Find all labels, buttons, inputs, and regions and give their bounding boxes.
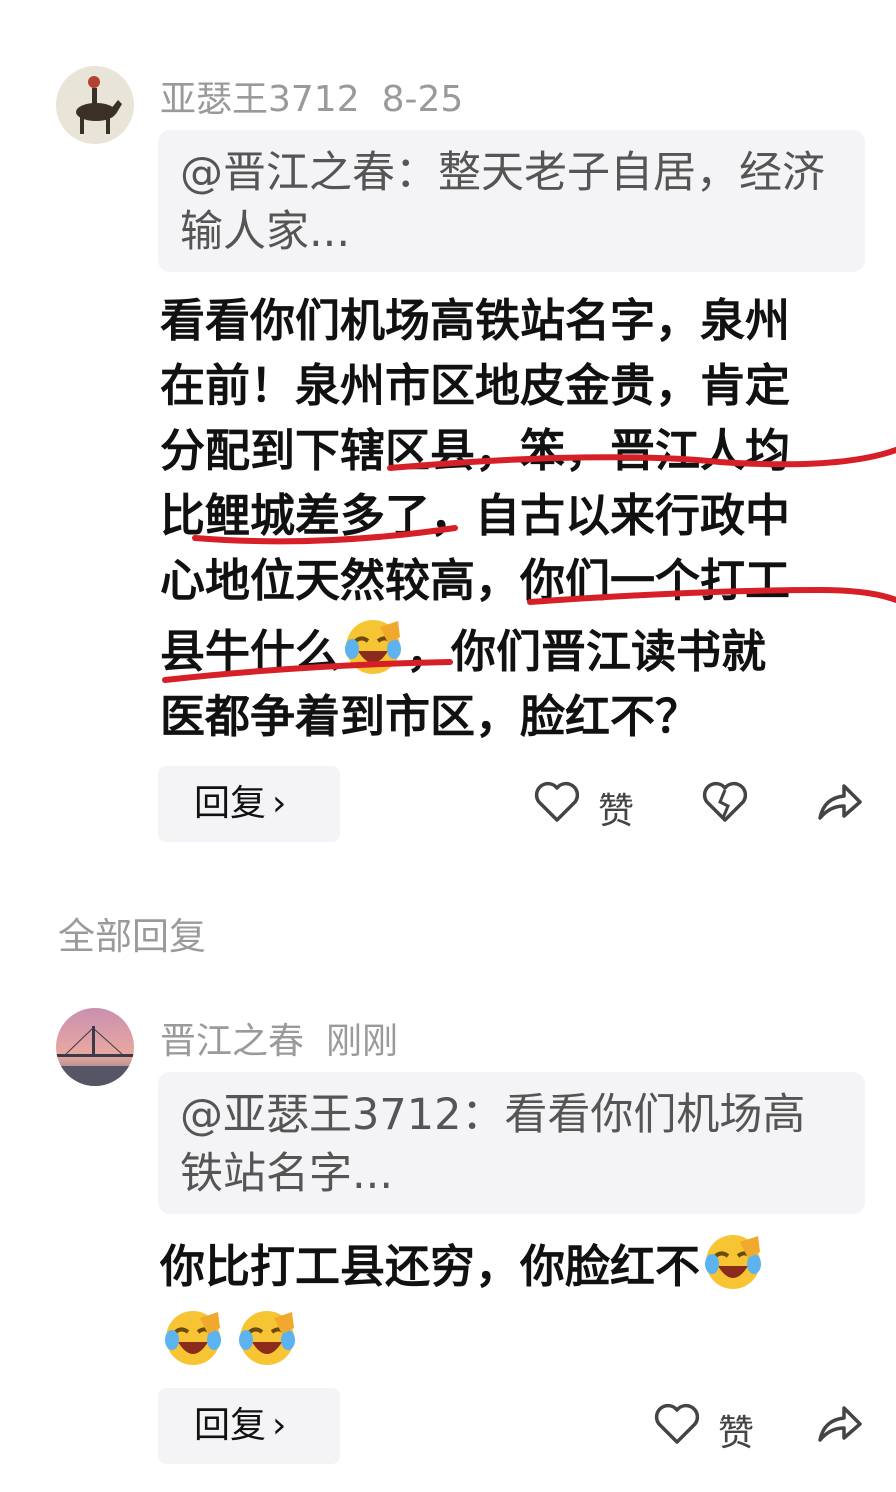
reply-button[interactable]: 回复 › (158, 766, 340, 842)
like-button[interactable] (654, 1402, 700, 1450)
share-arrow-icon (818, 784, 862, 820)
like-label[interactable]: 赞 (718, 1404, 754, 1456)
like-button[interactable] (534, 780, 580, 828)
red-underline-annotations (162, 447, 896, 683)
broken-heart-icon (702, 781, 748, 822)
quote-text: @亚瑟王3712：看看你们机场高铁站名字... (180, 1090, 806, 1199)
share-button[interactable] (814, 780, 864, 828)
comment-segment: 你比打工县还穷，你脸红不 (160, 1240, 701, 1293)
section-title: 全部回复 (58, 915, 206, 958)
dislike-button[interactable] (702, 780, 748, 828)
share-arrow-icon (818, 1406, 862, 1442)
avatar[interactable] (56, 1008, 134, 1086)
reply-button[interactable]: 回复 › (158, 1388, 340, 1464)
avatar-image (56, 1008, 134, 1086)
heart-icon (654, 1403, 700, 1444)
reply-label: 回复 (194, 1405, 267, 1446)
comment-body: 你比打工县还穷，你脸红不 (160, 1228, 865, 1380)
like-label[interactable]: 赞 (598, 782, 634, 834)
heart-icon (534, 781, 580, 822)
comment-line (160, 1304, 865, 1380)
reply-label: 回复 (194, 783, 267, 824)
comment-line: 你比打工县还穷，你脸红不 (160, 1228, 865, 1304)
share-button[interactable] (814, 1402, 864, 1450)
author-name[interactable]: 晋江之春 (160, 1021, 304, 1062)
laughing-crying-emoji-icon (700, 1228, 766, 1294)
chevron-right-icon: › (272, 1405, 287, 1446)
laughing-crying-emoji-icon (160, 1304, 226, 1370)
laughing-crying-emoji-icon (234, 1304, 300, 1370)
comment-meta: 晋江之春 刚刚 (160, 1012, 398, 1064)
timestamp: 刚刚 (326, 1021, 399, 1062)
quoted-reply[interactable]: @亚瑟王3712：看看你们机场高铁站名字... (158, 1072, 865, 1214)
chevron-right-icon: › (272, 783, 287, 824)
